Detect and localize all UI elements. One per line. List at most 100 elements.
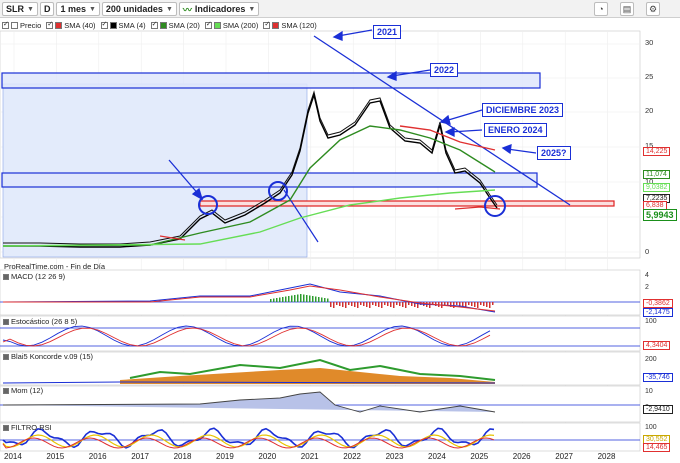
panel-value-box: -2,1475 bbox=[643, 308, 673, 317]
macd-bar bbox=[372, 302, 374, 305]
macd-bar bbox=[336, 302, 338, 305]
panel-scale-tick: 2 bbox=[645, 284, 649, 291]
panel-title-text: Mom (12) bbox=[11, 386, 44, 395]
macd-bar bbox=[288, 296, 290, 302]
macd-bar bbox=[330, 302, 332, 307]
macd-bar bbox=[459, 302, 461, 306]
macd-bar bbox=[327, 298, 329, 302]
macd-bar bbox=[453, 302, 455, 308]
panel-scale-tick: 100 bbox=[645, 318, 657, 325]
x-axis-label: 2015 bbox=[46, 452, 65, 461]
panel-title-text: MACD (12 26 9) bbox=[11, 272, 66, 281]
macd-bar bbox=[480, 302, 482, 305]
x-axis-label: 2019 bbox=[216, 452, 234, 461]
macd-bar bbox=[312, 296, 314, 302]
macd-bar bbox=[342, 302, 344, 307]
panel-color-icon bbox=[3, 318, 9, 325]
annotation-2021: 2021 bbox=[373, 25, 402, 39]
macd-bar bbox=[282, 297, 284, 302]
panel-title-text: Estocástico (26 8 5) bbox=[11, 317, 78, 326]
x-axis-label: 2020 bbox=[258, 452, 277, 461]
panel-color-icon bbox=[3, 387, 9, 394]
annotation-diciembre-2023: DICIEMBRE 2023 bbox=[482, 103, 564, 117]
x-axis-label: 2014 bbox=[4, 452, 22, 461]
macd-bar bbox=[345, 302, 347, 308]
macd-bar bbox=[396, 302, 398, 305]
macd-bar bbox=[306, 295, 308, 302]
macd-bar bbox=[357, 302, 359, 308]
panel-scale-tick: 200 bbox=[645, 356, 657, 363]
macd-bar bbox=[399, 302, 401, 306]
panel-value-box: -2,9410 bbox=[643, 405, 673, 414]
macd-bar bbox=[408, 302, 410, 305]
panel-scale-tick: 100 bbox=[645, 424, 657, 431]
x-axis-label: 2018 bbox=[173, 452, 192, 461]
panel-value-box: 14,465 bbox=[643, 443, 671, 452]
macd-bar bbox=[456, 302, 458, 305]
panel-value-box: -35,746 bbox=[643, 373, 673, 382]
x-axis-label: 2023 bbox=[385, 452, 404, 461]
macd-bar bbox=[276, 298, 278, 302]
macd-bar bbox=[285, 296, 287, 302]
x-axis-label: 2027 bbox=[555, 452, 573, 461]
price-tick: 25 bbox=[645, 72, 654, 81]
footer-note: ProRealTime.com - Fin de Día bbox=[4, 262, 106, 271]
macd-bar bbox=[486, 302, 488, 307]
macd-bar bbox=[363, 302, 365, 306]
macd-bar bbox=[384, 302, 386, 305]
macd-bar bbox=[483, 302, 485, 306]
annotation-2022: 2022 bbox=[430, 63, 459, 77]
macd-bar bbox=[354, 302, 356, 307]
macd-bar bbox=[294, 295, 296, 302]
macd-bar bbox=[339, 302, 341, 306]
x-axis-label: 2022 bbox=[343, 452, 361, 461]
panel-title: Mom (12) bbox=[3, 386, 43, 395]
macd-bar bbox=[381, 302, 383, 308]
annotation-enero-2024: ENERO 2024 bbox=[484, 123, 547, 137]
macd-bar bbox=[390, 302, 392, 307]
panel-title: MACD (12 26 9) bbox=[3, 272, 65, 281]
panel-title: FILTRO RSI bbox=[3, 423, 52, 432]
macd-bar bbox=[321, 297, 323, 302]
macd-bar bbox=[444, 302, 446, 305]
macd-bar bbox=[378, 302, 380, 307]
price-tick: 0 bbox=[645, 247, 650, 256]
chart-canvas[interactable] bbox=[0, 0, 680, 463]
price-value-box: 5,9943 bbox=[643, 209, 677, 221]
macd-bar bbox=[309, 295, 311, 302]
macd-bar bbox=[369, 302, 371, 308]
macd-bar bbox=[435, 302, 437, 306]
macd-bar bbox=[348, 302, 350, 305]
macd-bar bbox=[300, 294, 302, 302]
price-tick: 30 bbox=[645, 38, 654, 47]
panel-title: Estocástico (26 8 5) bbox=[3, 317, 77, 326]
panel-scale-tick: 10 bbox=[645, 388, 653, 395]
annotation-2025: 2025? bbox=[537, 146, 571, 160]
indicator-panel bbox=[0, 269, 641, 316]
macd-bar bbox=[318, 297, 320, 302]
macd-bar bbox=[324, 298, 326, 302]
panel-scale-tick: 4 bbox=[645, 272, 649, 279]
macd-bar bbox=[291, 295, 293, 302]
x-axis-label: 2016 bbox=[88, 452, 107, 461]
panel-title-text: Blai5 Koncorde v.09 (15) bbox=[11, 352, 93, 361]
macd-bar bbox=[402, 302, 404, 307]
indicator-panel bbox=[0, 422, 641, 452]
macd-bar bbox=[360, 302, 362, 305]
panel-title: Blai5 Koncorde v.09 (15) bbox=[3, 352, 93, 361]
macd-bar bbox=[477, 302, 479, 308]
band-support bbox=[1, 172, 538, 188]
panel-color-icon bbox=[3, 424, 9, 431]
price-tick: 20 bbox=[645, 106, 654, 115]
x-axis-label: 2028 bbox=[597, 452, 616, 461]
x-axis-label: 2024 bbox=[428, 452, 446, 461]
macd-bar bbox=[297, 294, 299, 302]
macd-bar bbox=[366, 302, 368, 307]
x-axis-label: 2026 bbox=[512, 452, 531, 461]
panel-value-box: -0,3862 bbox=[643, 299, 673, 308]
macd-bar bbox=[393, 302, 395, 308]
panel-color-icon bbox=[3, 353, 9, 360]
macd-bar bbox=[468, 302, 470, 305]
macd-bar bbox=[492, 302, 494, 305]
macd-bar bbox=[270, 299, 272, 302]
